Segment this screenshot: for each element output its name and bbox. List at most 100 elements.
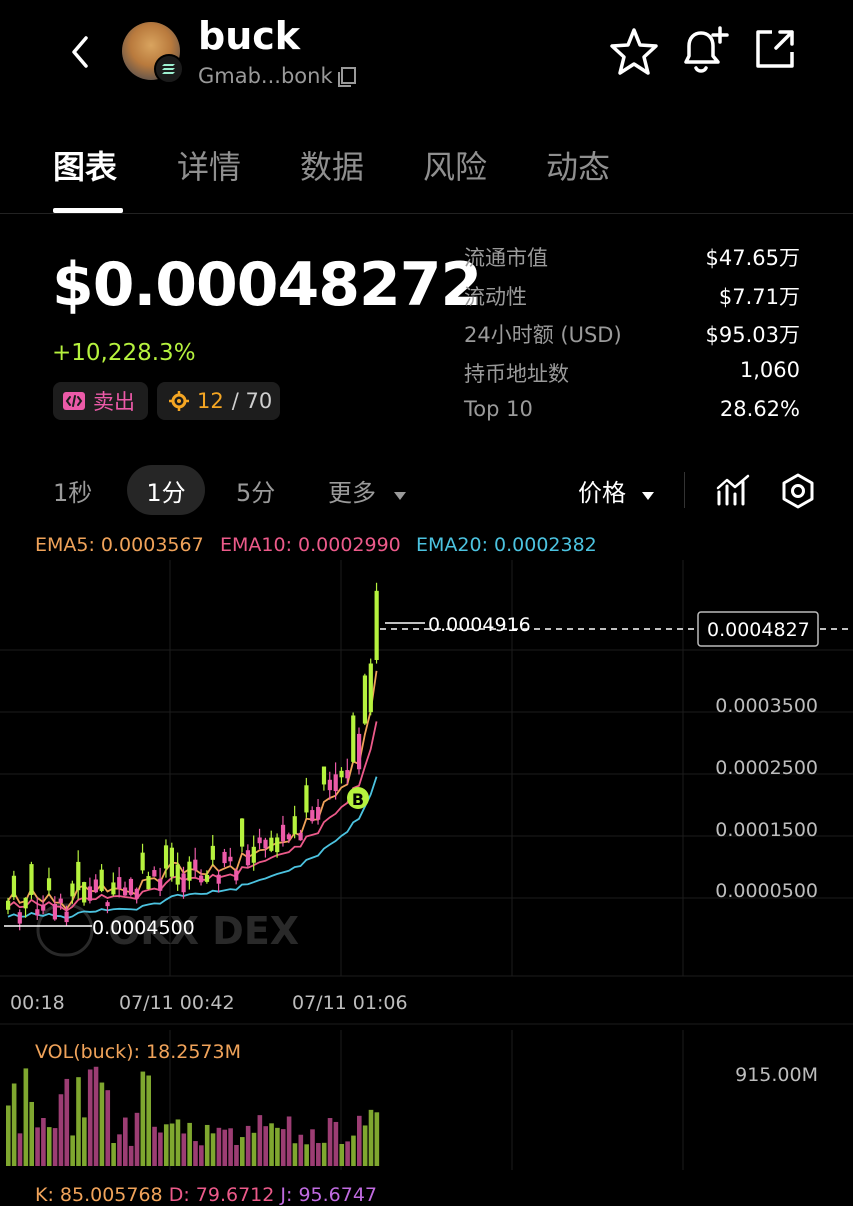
- candle: [146, 876, 151, 890]
- candle: [46, 878, 52, 891]
- target-icon: [169, 391, 189, 411]
- ema10-line: [7, 721, 378, 912]
- candle: [374, 590, 379, 660]
- token-address: Gmab...bonk: [198, 64, 333, 88]
- candle: [251, 846, 256, 863]
- add-alert-icon[interactable]: [678, 24, 732, 78]
- candle: [111, 882, 116, 895]
- sell-tag[interactable]: 卖出: [53, 382, 148, 420]
- volume-bar: [175, 1119, 181, 1166]
- candle: [368, 663, 373, 713]
- timeframe-more[interactable]: 更多: [328, 473, 408, 508]
- tab-details[interactable]: 详情: [177, 142, 241, 188]
- high-price-label: 0.0004916: [428, 614, 531, 636]
- volume-bar: [41, 1117, 46, 1166]
- settings-icon[interactable]: [779, 472, 817, 510]
- volume-bar: [263, 1126, 268, 1166]
- low-price-label: 0.0004500: [92, 917, 195, 939]
- timeframe-1m[interactable]: 1分: [127, 473, 205, 508]
- ema20-line: [7, 776, 378, 920]
- volume-bar: [146, 1075, 151, 1166]
- kdj-j: J: 95.6747: [280, 1184, 378, 1206]
- candle: [105, 902, 110, 907]
- volume-bar: [210, 1133, 216, 1166]
- candle: [216, 874, 221, 884]
- candle: [245, 850, 251, 866]
- indicator-icon[interactable]: [715, 472, 751, 508]
- volume-bar: [333, 1121, 339, 1166]
- share-icon[interactable]: [752, 26, 798, 72]
- candle: [228, 856, 233, 862]
- volume-bar: [64, 1078, 70, 1166]
- x-tick: 00:18: [10, 992, 65, 1014]
- kdj-k: K: 85.005768: [35, 1184, 163, 1206]
- candlestick-chart[interactable]: OKX DEX 0.0004916 0.0004500 0.0004827 0.…: [0, 530, 853, 1200]
- candle: [187, 861, 192, 881]
- candle: [240, 818, 245, 847]
- volume-bar: [123, 1117, 128, 1166]
- candle: [70, 883, 75, 897]
- tab-chart[interactable]: 图表: [53, 142, 117, 188]
- volume-bar: [187, 1122, 192, 1166]
- x-axis: 00:18 07/11 00:42 07/11 01:06: [10, 992, 408, 1014]
- volume-bar: [327, 1118, 333, 1166]
- volume-bar: [87, 1069, 93, 1166]
- volume-bar: [163, 1124, 169, 1166]
- x-tick: 07/11 00:42: [119, 992, 235, 1014]
- volume-bar: [316, 1143, 321, 1166]
- copy-icon[interactable]: [336, 66, 358, 88]
- candle: [6, 900, 11, 910]
- volume-bar: [58, 1094, 64, 1166]
- timeframe-5m[interactable]: 5分: [236, 473, 275, 508]
- volume-bar: [70, 1135, 75, 1166]
- candle: [87, 886, 93, 901]
- candle: [158, 878, 163, 891]
- price-change: +10,228.3%: [52, 340, 196, 366]
- candle: [316, 806, 321, 820]
- volume-bar: [280, 1129, 286, 1166]
- volume-bars: [6, 1066, 380, 1166]
- token-name: buck: [198, 14, 301, 58]
- back-icon[interactable]: [62, 30, 102, 74]
- candle: [11, 875, 17, 898]
- stat-label-market-cap: 流通市值: [464, 246, 548, 270]
- stat-value-liquidity: $7.71万: [718, 285, 800, 309]
- y-tick: 0.0001500: [715, 819, 818, 841]
- candle: [163, 845, 169, 869]
- volume-bar: [23, 1068, 29, 1166]
- volume-bar: [275, 1127, 280, 1166]
- candle: [357, 733, 362, 770]
- volume-bar: [351, 1135, 356, 1166]
- candle: [351, 715, 356, 762]
- caret-down-icon: [393, 492, 406, 500]
- timeframe-1s[interactable]: 1秒: [53, 473, 92, 508]
- toolbar-divider: [684, 472, 685, 508]
- holder-count-tag[interactable]: 12 / 70: [157, 382, 280, 420]
- code-icon: [63, 392, 85, 410]
- count-current: 12: [197, 389, 224, 413]
- tab-data[interactable]: 数据: [300, 142, 364, 188]
- volume-bar: [245, 1125, 251, 1166]
- tab-divider: [0, 213, 853, 214]
- kdj-readout: K: 85.005768 D: 79.6712 J: 95.6747: [35, 1184, 377, 1206]
- y-tick: 0.0003500: [715, 695, 818, 717]
- star-icon[interactable]: [608, 26, 660, 78]
- price-mode-label: 价格: [578, 479, 626, 507]
- candle: [35, 909, 40, 916]
- candle: [292, 816, 297, 834]
- volume-bar: [111, 1143, 116, 1166]
- volume-bar: [199, 1145, 204, 1166]
- y-axis: 0.0003500 0.0002500 0.0001500 0.0000500: [715, 695, 818, 902]
- count-total: / 70: [231, 389, 273, 413]
- volume-bar: [222, 1129, 228, 1166]
- volume-bar: [310, 1129, 315, 1166]
- buy-marker-label: B: [352, 790, 364, 809]
- candle: [269, 837, 274, 851]
- tab-risk[interactable]: 风险: [423, 142, 487, 188]
- candle: [64, 911, 69, 923]
- tab-activity[interactable]: 动态: [546, 142, 610, 188]
- timeframe-more-label: 更多: [328, 479, 376, 507]
- volume-bar: [128, 1145, 134, 1166]
- price-mode-dropdown[interactable]: 价格: [578, 473, 656, 508]
- candle: [280, 824, 286, 842]
